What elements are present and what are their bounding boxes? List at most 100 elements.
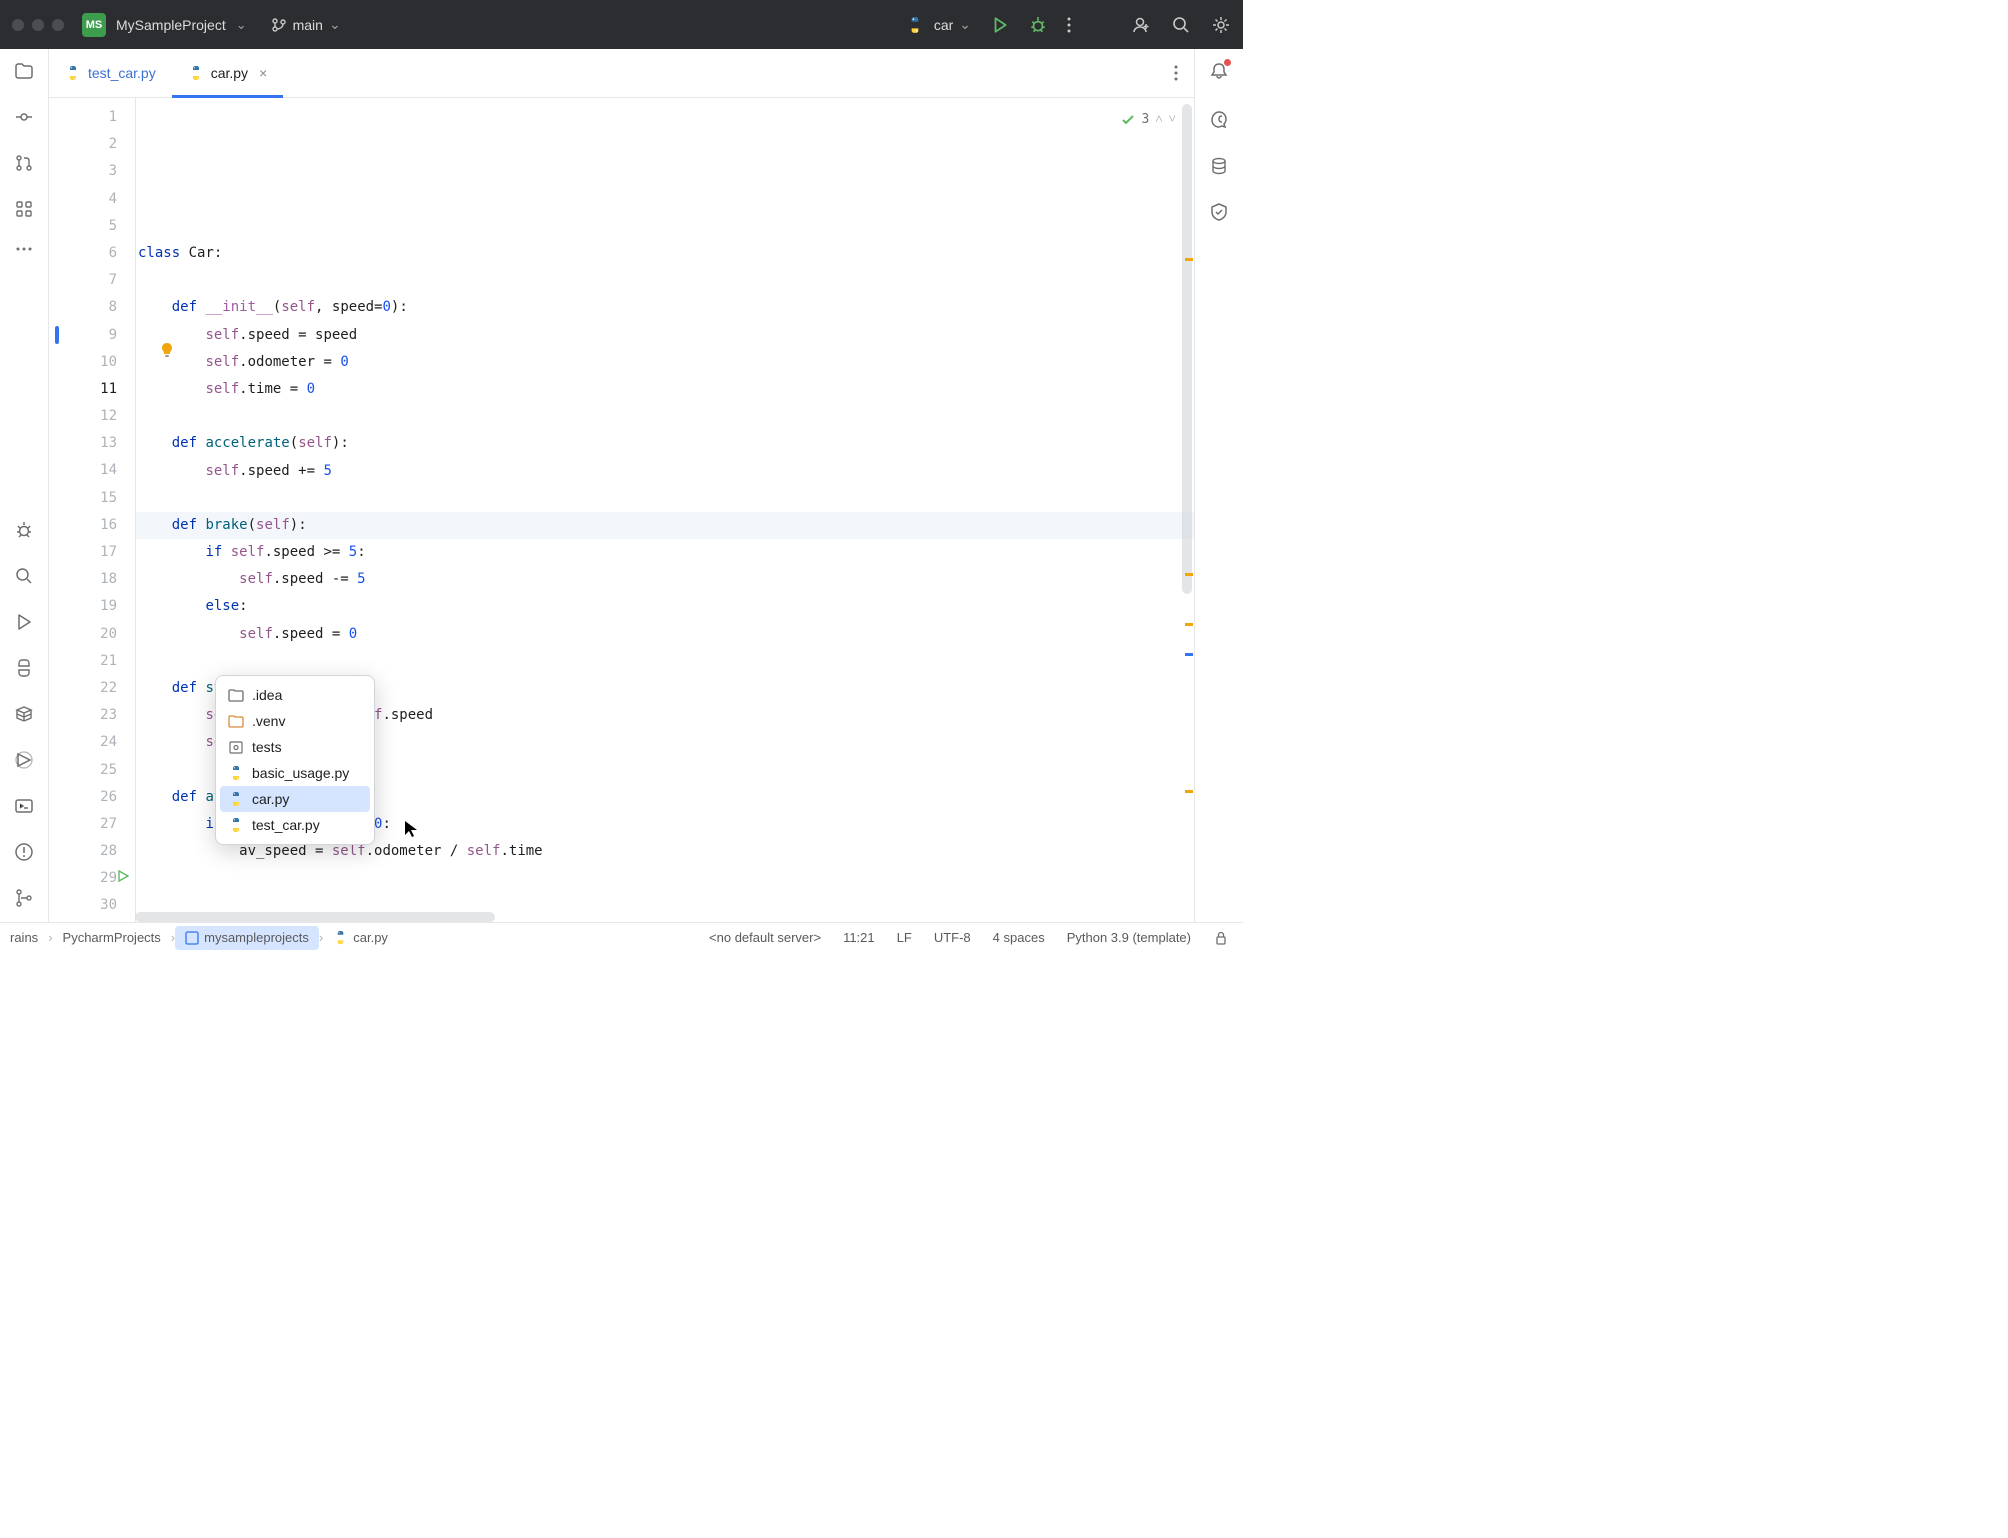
popup-item-tests[interactable]: tests [216, 734, 374, 760]
code-line[interactable]: self.odometer = 0 [136, 349, 1194, 376]
code-line[interactable]: if self.speed >= 5: [136, 539, 1194, 566]
cursor-position[interactable]: 11:21 [843, 930, 875, 945]
line-number[interactable]: 11 [49, 376, 117, 403]
line-number[interactable]: 26 [49, 784, 117, 811]
line-number[interactable]: 12 [49, 403, 117, 430]
breadcrumb-item[interactable]: mysampleprojects [175, 926, 319, 950]
deployment-server[interactable]: <no default server> [709, 930, 821, 945]
find-tool-icon[interactable] [14, 566, 34, 586]
code-line[interactable]: self.speed -= 5 [136, 566, 1194, 593]
breadcrumb-item[interactable]: PycharmProjects [53, 923, 171, 952]
code-line[interactable]: self.speed += 5 [136, 458, 1194, 485]
terminal-icon[interactable] [14, 796, 34, 816]
python-packages-icon[interactable] [14, 704, 34, 724]
line-number[interactable]: 25 [49, 757, 117, 784]
code-line[interactable]: def __init__(self, speed=0): [136, 294, 1194, 321]
database-icon[interactable] [1209, 156, 1229, 176]
gear-icon[interactable] [1211, 15, 1231, 35]
debug-icon[interactable] [1029, 16, 1047, 34]
gutter[interactable]: 1234567891011121314151617181920212223242… [49, 98, 135, 922]
code-line[interactable] [136, 648, 1194, 675]
line-number[interactable]: 13 [49, 430, 117, 457]
popup-item-car-py[interactable]: car.py [220, 786, 370, 812]
run-gutter-icon[interactable] [117, 865, 129, 892]
project-name[interactable]: MySampleProject [116, 17, 226, 33]
line-number[interactable]: 22 [49, 675, 117, 702]
shield-icon[interactable] [1209, 202, 1229, 222]
line-number[interactable]: 6 [49, 240, 117, 267]
chevron-down-icon[interactable]: ⌄ [236, 17, 247, 33]
code-line[interactable] [136, 865, 1194, 892]
line-number[interactable]: 3 [49, 158, 117, 185]
problems-icon[interactable] [14, 842, 34, 862]
line-number[interactable]: 8 [49, 294, 117, 321]
inspections-widget[interactable]: 3 ˄ ˅ [1121, 106, 1176, 133]
pull-request-icon[interactable] [14, 153, 34, 173]
code-line[interactable]: self.time = 0 [136, 376, 1194, 403]
minimize-window-icon[interactable] [32, 19, 44, 31]
breadcrumb-popup[interactable]: .idea.venvtestsbasic_usage.pycar.pytest_… [215, 675, 375, 845]
tabs-more-icon[interactable] [1158, 49, 1194, 97]
line-separator[interactable]: LF [897, 930, 912, 945]
popup-item-test_car-py[interactable]: test_car.py [216, 812, 374, 838]
line-number[interactable]: 27 [49, 811, 117, 838]
line-number[interactable]: 19 [49, 593, 117, 620]
services-icon[interactable] [14, 750, 34, 770]
code-line[interactable] [136, 267, 1194, 294]
line-number[interactable]: 9 [49, 322, 117, 349]
python-console-icon[interactable] [14, 658, 34, 678]
more-icon[interactable] [1067, 16, 1071, 34]
window-controls[interactable] [12, 19, 64, 31]
line-number[interactable]: 16 [49, 512, 117, 539]
line-number[interactable]: 18 [49, 566, 117, 593]
line-number[interactable]: 15 [49, 485, 117, 512]
error-stripe[interactable] [1182, 98, 1194, 922]
line-number[interactable]: 24 [49, 729, 117, 756]
chevron-down-icon[interactable]: ˅ [1169, 106, 1176, 133]
tab-car-py[interactable]: car.py× [172, 49, 284, 97]
vcs-branch[interactable]: main ⌄ [271, 16, 341, 33]
line-number[interactable]: 1 [49, 104, 117, 131]
navigation-bar[interactable]: rains›PycharmProjects›mysampleprojects›c… [0, 923, 398, 952]
readonly-lock-icon[interactable] [1213, 930, 1229, 946]
search-icon[interactable] [1171, 15, 1191, 35]
line-number[interactable]: 17 [49, 539, 117, 566]
line-number[interactable]: 7 [49, 267, 117, 294]
notifications-icon[interactable] [1209, 61, 1229, 84]
indent-info[interactable]: 4 spaces [993, 930, 1045, 945]
line-number[interactable]: 23 [49, 702, 117, 729]
close-icon[interactable]: × [259, 65, 267, 81]
chevron-up-icon[interactable]: ˄ [1155, 106, 1162, 133]
tab-test_car-py[interactable]: test_car.py [49, 49, 172, 97]
code-line[interactable] [136, 403, 1194, 430]
code-line[interactable]: def brake(self): [136, 512, 1194, 539]
run-icon[interactable] [991, 16, 1009, 34]
line-number[interactable]: 10 [49, 349, 117, 376]
popup-item--idea[interactable]: .idea [216, 682, 374, 708]
ai-assistant-icon[interactable] [1209, 110, 1229, 130]
line-number[interactable]: 30 [49, 892, 117, 919]
zoom-window-icon[interactable] [52, 19, 64, 31]
breadcrumb-item[interactable]: car.py [323, 923, 398, 952]
commit-icon[interactable] [14, 107, 34, 127]
code-line[interactable]: def accelerate(self): [136, 430, 1194, 457]
line-number[interactable]: 29 [49, 865, 117, 892]
line-number[interactable]: 5 [49, 213, 117, 240]
file-encoding[interactable]: UTF-8 [934, 930, 971, 945]
run-config-selector[interactable]: car ⌄ [906, 16, 971, 34]
line-number[interactable]: 4 [49, 186, 117, 213]
code-line[interactable]: self.speed = 0 [136, 621, 1194, 648]
debug-tool-icon[interactable] [14, 520, 34, 540]
run-tool-icon[interactable] [14, 612, 34, 632]
code-line[interactable] [136, 485, 1194, 512]
breadcrumb-item[interactable]: rains [0, 923, 48, 952]
line-number[interactable]: 2 [49, 131, 117, 158]
line-number[interactable]: 14 [49, 457, 117, 484]
code-line[interactable]: else: [136, 593, 1194, 620]
code-line[interactable]: self.speed = speed [136, 322, 1194, 349]
popup-item--venv[interactable]: .venv [216, 708, 374, 734]
close-window-icon[interactable] [12, 19, 24, 31]
line-number[interactable]: 28 [49, 838, 117, 865]
popup-item-basic_usage-py[interactable]: basic_usage.py [216, 760, 374, 786]
python-interpreter[interactable]: Python 3.9 (template) [1067, 930, 1191, 945]
